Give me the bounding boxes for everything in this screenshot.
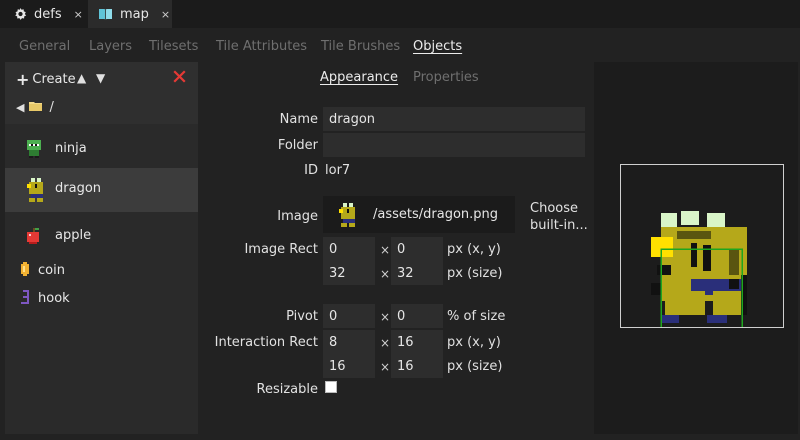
tab-tilesets[interactable]: Tilesets (149, 39, 198, 54)
apple-sprite-icon (25, 228, 41, 248)
file-tab-defs[interactable]: defs × (4, 0, 84, 28)
section-tab-bar: General Layers Tilesets Tile Attributes … (0, 28, 800, 62)
object-list-panel: + Create ▲ ▼ ◀ / ninja dragon apple coin… (5, 62, 198, 434)
folder-field[interactable] (323, 133, 585, 157)
image-rect-x-field[interactable]: 0 (323, 237, 375, 261)
folder-icon (29, 100, 43, 115)
gear-icon (14, 7, 27, 21)
move-down-button[interactable]: ▼ (96, 71, 105, 85)
unit-size: px (size) (447, 359, 503, 374)
create-label: Create (32, 72, 76, 87)
list-item-dragon[interactable]: dragon (5, 168, 198, 212)
sprite-preview-panel (594, 62, 798, 434)
list-item-label: ninja (55, 141, 87, 156)
name-field[interactable]: dragon (323, 107, 585, 131)
tab-properties[interactable]: Properties (413, 70, 479, 85)
unit-xy: px (x, y) (447, 335, 501, 350)
close-red-icon (173, 70, 186, 83)
tab-objects[interactable]: Objects (413, 39, 462, 54)
current-path: / (49, 100, 54, 115)
list-item-label: apple (55, 228, 92, 243)
times-sign: × (380, 267, 391, 281)
delete-button[interactable] (173, 70, 186, 87)
id-label: ID (304, 163, 318, 178)
interaction-rect-x-field[interactable]: 8 (323, 330, 375, 354)
pivot-y-field[interactable]: 0 (391, 304, 443, 328)
list-item-label: hook (38, 291, 70, 306)
preview-frame (620, 164, 784, 328)
plus-icon: + (16, 70, 30, 89)
list-item-ninja[interactable]: ninja (5, 128, 198, 172)
list-item-label: dragon (55, 181, 102, 196)
unit-pct: % of size (447, 309, 506, 324)
list-item-hook[interactable]: hook (5, 287, 198, 311)
resizable-label: Resizable (256, 382, 318, 397)
folder-label: Folder (277, 138, 318, 153)
list-item-coin[interactable]: coin (5, 259, 198, 283)
file-tab-map[interactable]: map × (88, 0, 172, 28)
dragon-preview-image (651, 211, 747, 327)
list-item-label: coin (38, 263, 65, 278)
ninja-sprite-icon (23, 138, 45, 164)
hook-sprite-icon (21, 290, 31, 308)
interaction-rect-w-field[interactable]: 16 (323, 354, 375, 378)
times-sign: × (380, 243, 391, 257)
pivot-x-field[interactable]: 0 (323, 304, 375, 328)
close-icon[interactable]: × (74, 8, 83, 21)
image-path: /assets/dragon.png (373, 207, 499, 222)
file-tab-bar: defs × map × (0, 0, 800, 28)
tab-tile-attributes[interactable]: Tile Attributes (216, 39, 307, 54)
times-sign: × (380, 360, 391, 374)
list-item-apple[interactable]: apple (5, 214, 198, 258)
tab-appearance[interactable]: Appearance (320, 70, 398, 85)
interaction-rect-y-field[interactable]: 16 (391, 330, 443, 354)
tab-layers[interactable]: Layers (89, 39, 132, 54)
object-list-toolbar: + Create ▲ ▼ ◀ / (5, 62, 198, 124)
interaction-rect-label: Interaction Rect (214, 335, 318, 350)
back-button[interactable]: ◀ (16, 101, 24, 114)
resizable-checkbox[interactable] (325, 381, 337, 393)
file-tab-label: defs (34, 6, 62, 22)
image-rect-y-field[interactable]: 0 (391, 237, 443, 261)
move-up-button[interactable]: ▲ (77, 71, 86, 85)
interaction-rect-h-field[interactable]: 16 (391, 354, 443, 378)
file-tab-label: map (120, 6, 149, 22)
coin-sprite-icon (21, 262, 29, 280)
breadcrumb: ◀ / (16, 100, 54, 115)
tab-tile-brushes[interactable]: Tile Brushes (321, 39, 400, 54)
image-picker[interactable]: /assets/dragon.png (323, 196, 515, 233)
image-rect-w-field[interactable]: 32 (323, 261, 375, 285)
name-label: Name (279, 112, 318, 127)
dragon-sprite-icon (335, 203, 359, 231)
unit-size: px (size) (447, 266, 503, 281)
image-rect-label: Image Rect (244, 242, 318, 257)
tab-general[interactable]: General (19, 39, 70, 54)
pivot-label: Pivot (286, 309, 318, 324)
unit-xy: px (x, y) (447, 242, 501, 257)
choose-builtin-button[interactable]: Choose built-in... (530, 200, 588, 234)
image-label: Image (277, 209, 318, 224)
create-button[interactable]: + Create (16, 70, 76, 89)
map-book-icon (98, 8, 113, 21)
image-rect-h-field[interactable]: 32 (391, 261, 443, 285)
times-sign: × (380, 310, 391, 324)
times-sign: × (380, 336, 391, 350)
id-value: lor7 (325, 163, 351, 178)
close-icon[interactable]: × (161, 8, 170, 21)
dragon-sprite-icon (23, 178, 47, 206)
